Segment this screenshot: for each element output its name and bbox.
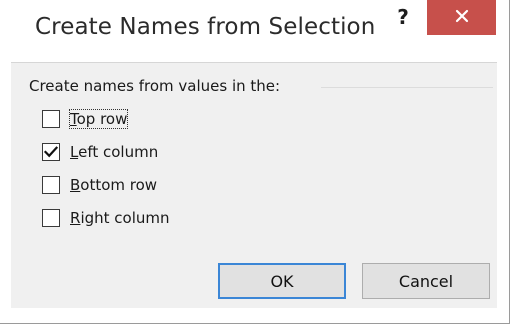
left-column-option[interactable]: Left column	[42, 140, 158, 164]
top-row-label-text: op row	[76, 110, 128, 128]
top-row-checkbox[interactable]	[42, 110, 60, 128]
help-button[interactable]: ?	[389, 4, 417, 30]
bottom-row-option[interactable]: Bottom row	[42, 173, 157, 197]
left-column-accelerator: L	[70, 143, 79, 161]
dialog-content: Create names from values in the: Top row…	[11, 63, 497, 308]
top-row-label[interactable]: Top row	[68, 109, 129, 129]
bottom-row-checkbox[interactable]	[42, 176, 60, 194]
left-column-label[interactable]: Left column	[70, 143, 158, 161]
ok-button[interactable]: OK	[218, 263, 346, 299]
checkmark-icon	[43, 143, 59, 162]
right-column-label-text: ight column	[80, 209, 170, 227]
top-row-option[interactable]: Top row	[42, 107, 129, 131]
bottom-row-accelerator: B	[70, 176, 81, 194]
dialog-title: Create Names from Selection	[35, 14, 376, 40]
cancel-button[interactable]: Cancel	[362, 263, 490, 299]
left-column-checkbox[interactable]	[42, 143, 60, 161]
left-column-label-text: eft column	[78, 143, 159, 161]
right-column-label[interactable]: Right column	[70, 209, 170, 227]
right-column-accelerator: R	[70, 209, 81, 227]
create-names-dialog: Create Names from Selection ? Create nam…	[0, 0, 510, 324]
bottom-row-label[interactable]: Bottom row	[70, 176, 157, 194]
top-row-accelerator: T	[70, 110, 77, 128]
right-column-option[interactable]: Right column	[42, 206, 170, 230]
close-button[interactable]	[427, 0, 496, 35]
close-icon	[455, 8, 469, 27]
right-column-checkbox[interactable]	[42, 209, 60, 227]
group-label: Create names from values in the:	[29, 77, 289, 95]
bottom-row-label-text: ottom row	[80, 176, 158, 194]
group-separator-line	[321, 87, 493, 88]
